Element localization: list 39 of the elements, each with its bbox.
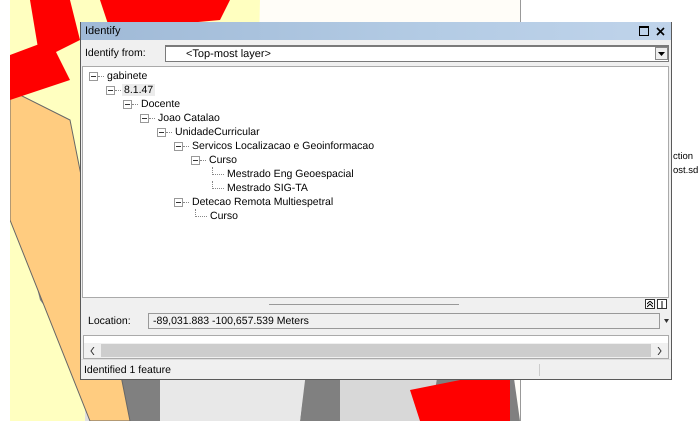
chevron-left-icon <box>90 346 95 354</box>
pane-button[interactable] <box>657 299 667 309</box>
window-title: Identify <box>85 25 122 37</box>
tree-node[interactable]: UnidadeCurricular <box>173 126 262 138</box>
tree-node[interactable]: 8.1.47 <box>122 84 156 96</box>
maximize-icon <box>639 26 649 36</box>
caret-icon <box>658 52 665 56</box>
catalog-item[interactable]: ost.sd <box>673 164 698 178</box>
collapse-toggle[interactable] <box>191 156 200 164</box>
close-icon <box>656 26 664 36</box>
collapse-toggle[interactable] <box>157 128 166 136</box>
collapse-toggle[interactable] <box>140 114 149 122</box>
double-chevron-up-icon <box>647 300 653 308</box>
layer-dropdown[interactable]: <Top-most layer> <box>165 44 669 62</box>
tree-node[interactable]: Curso <box>207 154 240 166</box>
tree-node[interactable]: Servicos Localizacao e Geoinformacao <box>190 140 376 152</box>
collapse-toggle[interactable] <box>174 142 183 150</box>
expand-up-button[interactable] <box>645 299 655 309</box>
horizontal-scrollbar[interactable] <box>84 343 668 358</box>
tree-node[interactable]: Mestrado Eng Geoespacial <box>225 168 356 180</box>
tree-node[interactable]: Curso <box>208 210 240 222</box>
tree-node[interactable]: gabinete <box>105 70 150 82</box>
collapse-toggle[interactable] <box>106 86 115 94</box>
menu-arrow-icon[interactable] <box>664 318 669 324</box>
status-text: Identified 1 feature <box>81 364 540 376</box>
identify-from-label: Identify from: <box>85 47 147 59</box>
location-label: Location: <box>88 315 132 327</box>
collapse-toggle[interactable] <box>123 100 132 108</box>
tree-node[interactable]: Mestrado SIG-TA <box>225 182 310 194</box>
tree-node[interactable]: Detecao Remota Multiespetral <box>190 196 336 208</box>
catalog-item[interactable]: ction <box>673 150 694 164</box>
collapse-toggle[interactable] <box>174 198 183 206</box>
collapse-toggle[interactable] <box>89 72 98 80</box>
dropdown-button[interactable] <box>655 47 668 60</box>
location-field: -89,031.883 -100,657.539 Meters <box>148 313 660 329</box>
tree-node[interactable]: Joao Catalao <box>156 112 222 124</box>
chevron-right-icon <box>657 346 662 354</box>
tree-node[interactable]: Docente <box>139 98 182 110</box>
maximize-button[interactable] <box>637 24 651 38</box>
